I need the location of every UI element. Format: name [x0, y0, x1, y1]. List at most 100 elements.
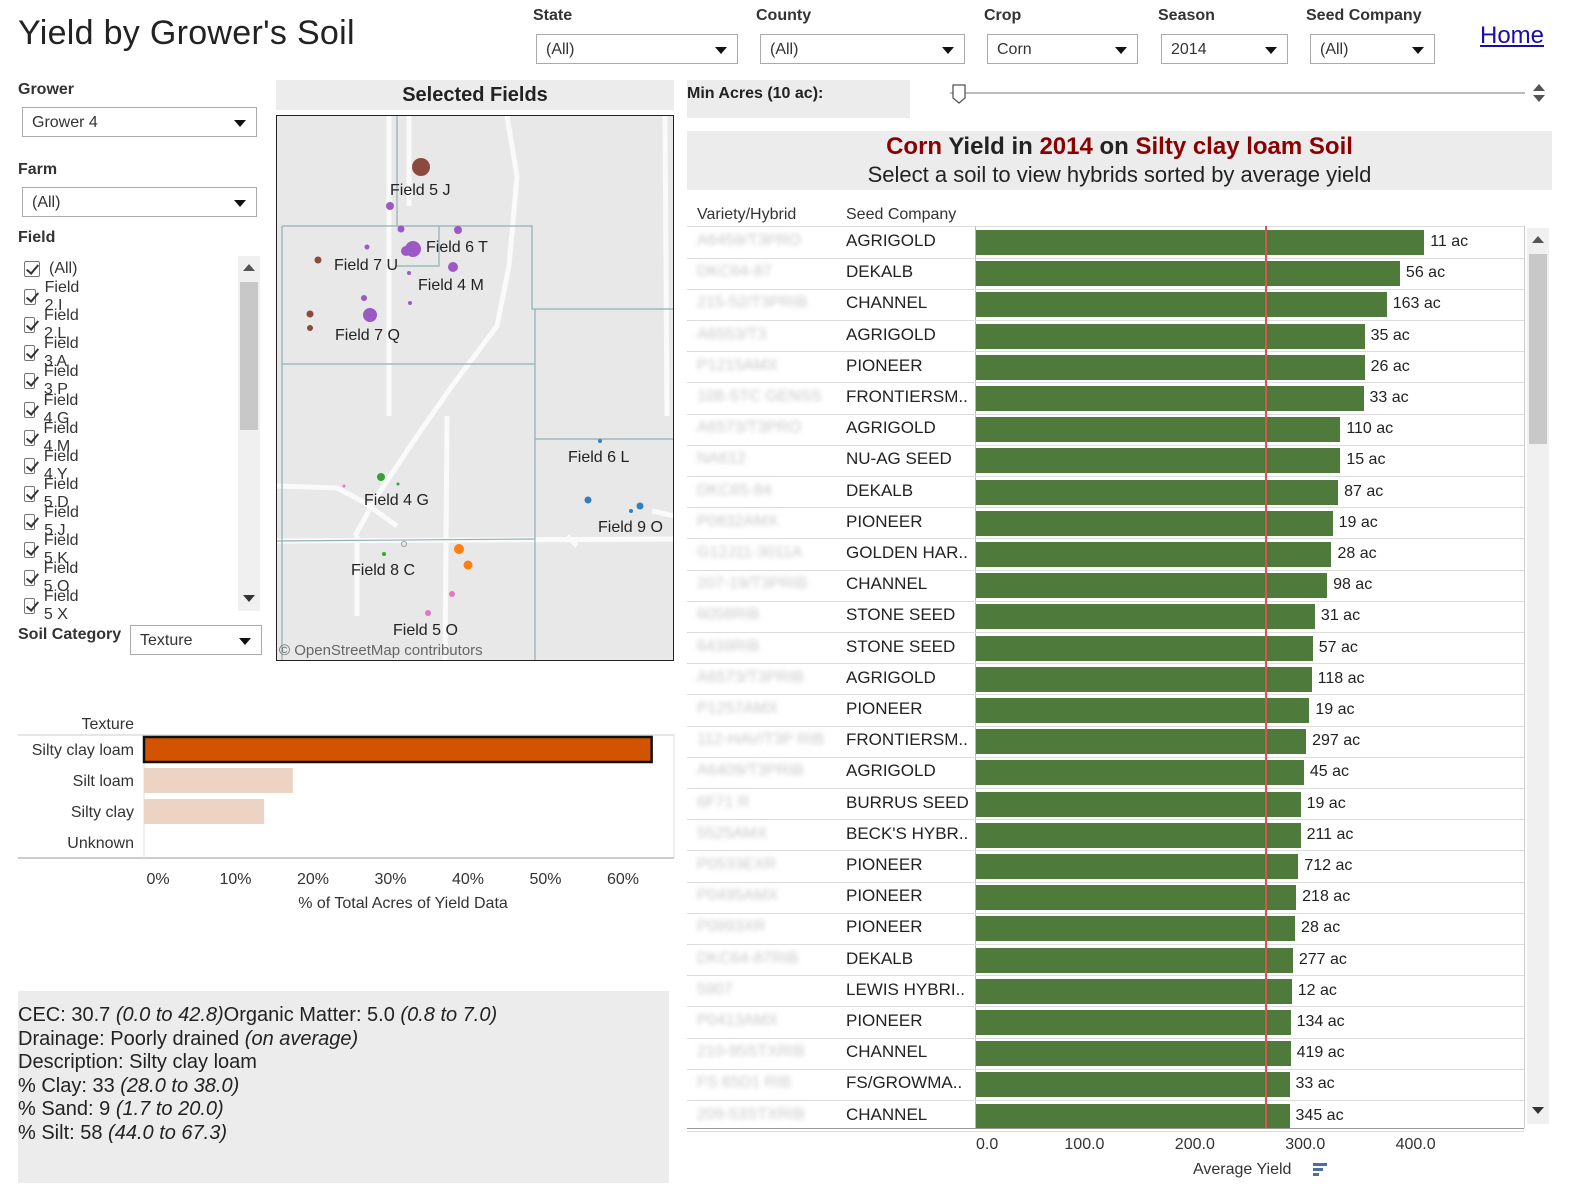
checkbox-checked-icon[interactable]: [24, 345, 35, 362]
variety-cell[interactable]: P1257AMX: [697, 700, 778, 718]
seed-company-cell[interactable]: AGRIGOLD: [846, 668, 936, 688]
home-link[interactable]: Home: [1480, 22, 1544, 50]
season-dropdown[interactable]: 2014: [1161, 34, 1288, 64]
yield-bar[interactable]: [976, 230, 1425, 255]
texture-category-label[interactable]: Silt loam: [73, 773, 134, 790]
state-dropdown[interactable]: (All): [536, 34, 738, 64]
yield-bar[interactable]: [976, 448, 1341, 474]
yield-bar[interactable]: [976, 1041, 1291, 1067]
checkbox-checked-icon[interactable]: [24, 542, 35, 558]
variety-cell[interactable]: A6409/T3PRIB: [697, 762, 804, 780]
soil-category-dropdown[interactable]: Texture: [130, 625, 262, 655]
grower-dropdown[interactable]: Grower 4: [22, 107, 257, 137]
variety-cell[interactable]: NA612: [697, 450, 746, 468]
yield-bar[interactable]: [976, 885, 1297, 911]
seed-company-cell[interactable]: PIONEER: [846, 512, 923, 532]
variety-cell[interactable]: P0413AMX: [697, 1012, 778, 1030]
variety-cell[interactable]: P0533EXR: [697, 856, 776, 874]
yield-bar[interactable]: [976, 604, 1315, 630]
scrollbar-thumb[interactable]: [240, 282, 258, 430]
texture-chart[interactable]: Texture Silty clay loamSilt loamSilty cl…: [0, 705, 676, 925]
seed-company-dropdown[interactable]: (All): [1310, 34, 1435, 64]
field-checkbox-row[interactable]: Field 5 X: [24, 588, 84, 623]
variety-cell[interactable]: 207-19/T3PRIB: [697, 575, 807, 593]
seed-company-cell[interactable]: PIONEER: [846, 699, 923, 719]
field-map[interactable]: Field 5 J Field 6 T Field 7 U Field 4 M Fiel…: [276, 115, 674, 661]
variety-cell[interactable]: DKC64-87: [697, 263, 772, 281]
texture-category-label[interactable]: Silty clay loam: [32, 742, 134, 759]
checkbox-checked-icon[interactable]: [24, 317, 36, 334]
seed-company-cell[interactable]: CHANNEL: [846, 1042, 927, 1062]
checkbox-checked-icon[interactable]: [24, 289, 36, 306]
texture-bar[interactable]: [142, 735, 653, 764]
variety-cell[interactable]: A6573/T3PRO: [697, 419, 801, 437]
farm-dropdown[interactable]: (All): [22, 187, 257, 217]
variety-cell[interactable]: A6553/T3: [697, 326, 766, 344]
variety-cell[interactable]: G12J11-3011A: [697, 544, 802, 562]
field-list-scrollbar[interactable]: [238, 256, 260, 611]
yield-bar[interactable]: [976, 323, 1365, 349]
seed-company-cell[interactable]: AGRIGOLD: [846, 761, 936, 781]
yield-bar[interactable]: [976, 292, 1387, 318]
variety-cell[interactable]: 6F71 R: [697, 794, 749, 812]
variety-cell[interactable]: 112-HAV/T3P RIB: [697, 731, 824, 749]
yield-bar[interactable]: [976, 698, 1310, 723]
checkbox-checked-icon[interactable]: [24, 429, 35, 446]
seed-company-cell[interactable]: DEKALB: [846, 949, 913, 969]
variety-cell[interactable]: 215-52/T3PRIB: [697, 294, 807, 312]
slider-handle[interactable]: [948, 82, 970, 104]
seed-company-cell[interactable]: FS/GROWMA..: [846, 1073, 962, 1093]
checkbox-checked-icon[interactable]: [24, 457, 35, 474]
variety-cell[interactable]: DKC64-87RIB: [697, 950, 798, 968]
variety-cell[interactable]: FS 65D1 RIB: [697, 1074, 791, 1092]
checkbox-checked-icon[interactable]: [24, 598, 35, 615]
yield-bar[interactable]: [976, 1103, 1290, 1129]
seed-company-cell[interactable]: AGRIGOLD: [846, 325, 936, 345]
variety-cell[interactable]: 5525AMX: [697, 825, 767, 843]
seed-company-cell[interactable]: AGRIGOLD: [846, 418, 936, 438]
scroll-up-icon[interactable]: [1532, 236, 1544, 243]
checkbox-checked-icon[interactable]: [24, 570, 35, 587]
yield-bar[interactable]: [976, 542, 1332, 567]
seed-company-cell[interactable]: BURRUS SEED: [846, 793, 969, 813]
county-dropdown[interactable]: (All): [760, 34, 965, 64]
seed-company-cell[interactable]: FRONTIERSM..: [846, 730, 968, 750]
seed-company-cell[interactable]: DEKALB: [846, 481, 913, 501]
yield-bar[interactable]: [976, 760, 1304, 786]
checkbox-checked-icon[interactable]: [24, 513, 36, 530]
yield-bar[interactable]: [976, 510, 1333, 536]
seed-company-cell[interactable]: PIONEER: [846, 855, 923, 875]
variety-cell[interactable]: 5907: [697, 981, 733, 999]
yield-bar[interactable]: [976, 729, 1307, 755]
variety-cell[interactable]: 209-53STXRIB: [697, 1106, 805, 1124]
scrollbar-thumb[interactable]: [1529, 254, 1547, 444]
yield-bar[interactable]: [976, 573, 1328, 599]
variety-cell[interactable]: 6439RIB: [697, 638, 759, 656]
variety-cell[interactable]: A6459/T3PRO: [697, 232, 801, 250]
seed-company-cell[interactable]: PIONEER: [846, 886, 923, 906]
yield-bar[interactable]: [976, 916, 1296, 942]
yield-bar[interactable]: [976, 978, 1292, 1004]
variety-cell[interactable]: 210-95STXRIB: [697, 1043, 805, 1061]
texture-category-label[interactable]: Silty clay: [71, 804, 134, 821]
yield-bar[interactable]: [976, 791, 1301, 817]
scroll-down-icon[interactable]: [243, 595, 255, 602]
seed-company-cell[interactable]: DEKALB: [846, 262, 913, 282]
variety-cell[interactable]: P0495AMX: [697, 887, 778, 905]
seed-company-cell[interactable]: STONE SEED: [846, 637, 955, 657]
seed-company-cell[interactable]: PIONEER: [846, 1011, 923, 1031]
seed-company-cell[interactable]: PIONEER: [846, 356, 923, 376]
texture-bar[interactable]: [144, 768, 293, 793]
variety-cell[interactable]: 6058RIB: [697, 606, 759, 624]
checkbox-checked-icon[interactable]: [24, 401, 35, 418]
seed-company-cell[interactable]: NU-AG SEED: [846, 449, 952, 469]
seed-company-cell[interactable]: STONE SEED: [846, 605, 955, 625]
yield-bar[interactable]: [976, 822, 1301, 848]
checkbox-checked-icon[interactable]: [24, 261, 40, 277]
seed-company-cell[interactable]: PIONEER: [846, 917, 923, 937]
seed-company-cell[interactable]: CHANNEL: [846, 1105, 927, 1125]
seed-company-cell[interactable]: GOLDEN HAR..: [846, 543, 968, 563]
texture-bar[interactable]: [144, 799, 265, 824]
slider-stepper-icon[interactable]: [1532, 82, 1546, 104]
seed-company-cell[interactable]: LEWIS HYBRI..: [846, 980, 965, 1000]
